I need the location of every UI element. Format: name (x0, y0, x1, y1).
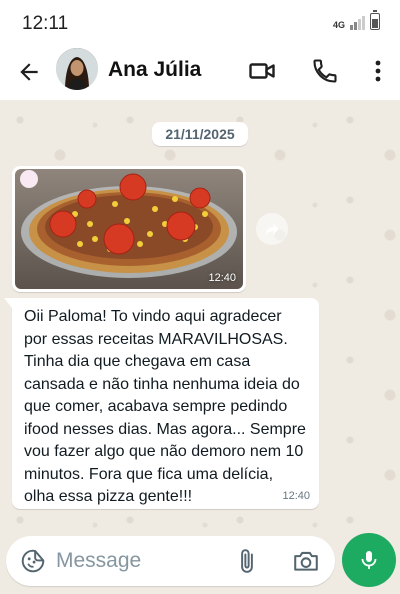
date-divider: 21/11/2025 (152, 122, 248, 146)
battery-icon (370, 10, 380, 30)
chat-area[interactable]: 21/11/2025 12:40 Oii Paloma! To vindo aq… (0, 100, 400, 594)
watermark-logo (20, 170, 38, 188)
microphone-icon (361, 551, 377, 569)
network-type: 4G (332, 20, 345, 30)
forward-icon (265, 223, 279, 235)
message-time: 12:40 (282, 490, 310, 502)
message-input[interactable] (56, 546, 226, 576)
voice-call-icon[interactable] (311, 57, 339, 85)
pizza-photo[interactable] (15, 169, 243, 289)
attach-icon[interactable] (234, 548, 260, 574)
text-message[interactable]: Oii Paloma! To vindo aqui agradecer por … (4, 298, 319, 509)
back-arrow-icon[interactable] (16, 59, 42, 85)
voice-message-button[interactable] (342, 533, 396, 587)
camera-icon[interactable] (292, 548, 320, 574)
message-text: Oii Paloma! To vindo aqui agradecer por … (24, 308, 306, 505)
video-call-icon[interactable] (248, 57, 276, 85)
avatar[interactable] (56, 48, 98, 90)
status-bar: 12:11 4G (0, 0, 400, 44)
status-icons: 4G (332, 10, 380, 30)
image-message[interactable]: 12:40 (12, 166, 246, 292)
contact-name[interactable]: Ana Júlia (108, 58, 201, 82)
sticker-icon[interactable] (20, 548, 46, 574)
message-composer (6, 536, 335, 586)
forward-button[interactable] (256, 213, 288, 245)
signal-icon (350, 14, 365, 30)
status-time: 12:11 (22, 13, 69, 34)
avatar-photo (56, 48, 98, 90)
more-options-icon[interactable] (364, 57, 392, 85)
chat-header: Ana Júlia (0, 44, 400, 100)
message-time: 12:40 (208, 272, 236, 284)
